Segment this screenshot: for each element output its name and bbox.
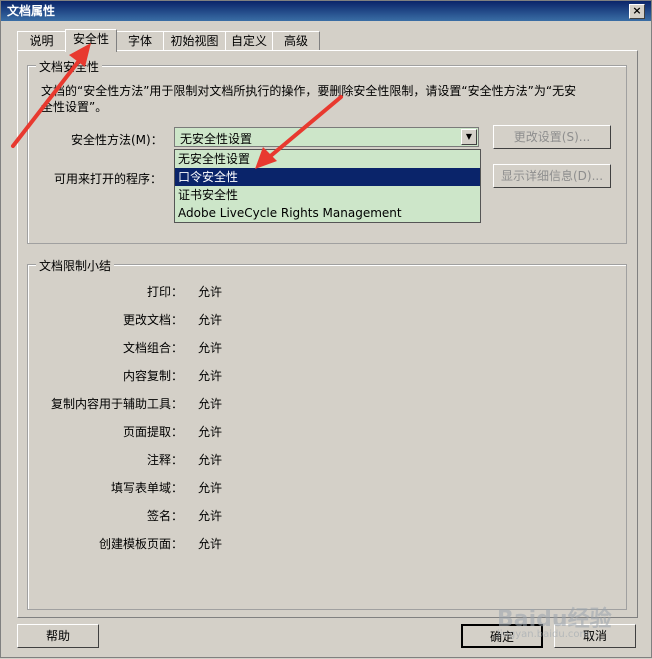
annotation-arrow-tab bbox=[11, 43, 91, 148]
document-properties-dialog: 文档属性 × 说明 安全性 字体 初始视图 自定义 高级 文档安全性 文档的“安… bbox=[0, 0, 652, 658]
annotation-arrows bbox=[11, 43, 343, 169]
annotation-arrow-option bbox=[255, 95, 343, 169]
